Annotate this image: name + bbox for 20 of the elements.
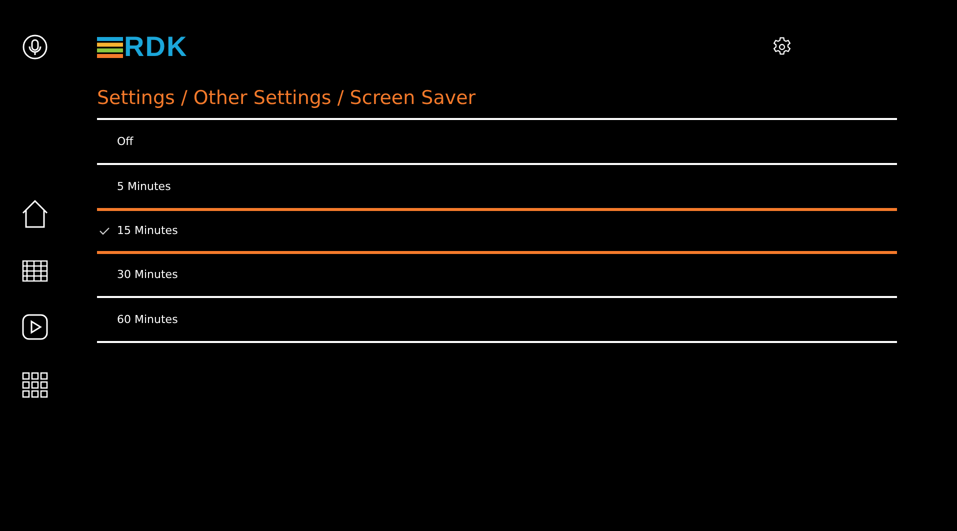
checkmark-icon	[99, 227, 110, 235]
option-row[interactable]: 5 Minutes	[97, 163, 897, 208]
option-label: Off	[117, 134, 134, 148]
home-icon[interactable]	[22, 200, 48, 228]
microphone-icon[interactable]	[22, 34, 48, 60]
option-row[interactable]: 30 Minutes	[97, 251, 897, 296]
logo-bars-icon	[97, 36, 123, 58]
option-label: 5 Minutes	[117, 180, 171, 194]
option-row[interactable]: 15 Minutes	[97, 208, 897, 254]
option-row[interactable]: Off	[97, 118, 897, 163]
option-label: 15 Minutes	[117, 224, 178, 238]
settings-icon[interactable]	[772, 37, 792, 57]
apps-icon[interactable]	[22, 372, 48, 398]
option-label: 60 Minutes	[117, 312, 178, 326]
logo-text: RDK	[124, 33, 188, 61]
option-row[interactable]: 60 Minutes	[97, 296, 897, 343]
option-label: 30 Minutes	[117, 268, 178, 282]
grid-table-icon[interactable]	[22, 260, 48, 282]
breadcrumb-title: Settings / Other Settings / Screen Saver	[97, 86, 477, 110]
play-icon[interactable]	[22, 314, 48, 340]
